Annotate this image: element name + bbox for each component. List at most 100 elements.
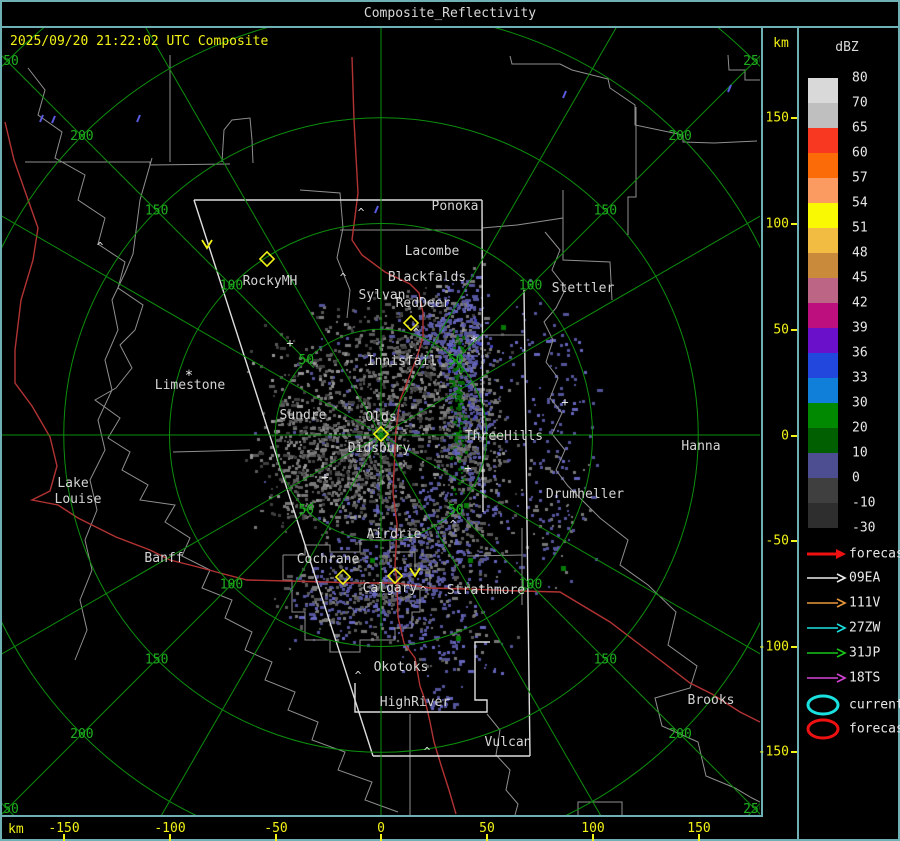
city-label-highriver: HighRiver	[380, 695, 451, 710]
range-ring-label: 50	[448, 353, 464, 368]
city-label-ponoka: Ponoka	[432, 199, 479, 214]
legend-arrowhead	[836, 573, 847, 583]
right-axis-tick	[791, 540, 797, 542]
caret-marker-icon: ^	[355, 669, 362, 682]
caret-marker-icon: ^	[420, 584, 427, 597]
dbz-colorbar: 80 70 65 60 57 54 51 48 45 42 39 36 33 30 20 10 0 -10 -30	[808, 71, 898, 536]
city-label-cochrane: Cochrane	[297, 552, 360, 567]
colorbar-label: 36	[852, 345, 868, 361]
caret-marker-icon: ^	[424, 745, 431, 758]
bottom-axis-tick	[169, 834, 171, 841]
radar-app-window: Composite_Reflectivity 2025/09/20 21:22:…	[0, 0, 900, 841]
window-title: Composite_Reflectivity	[363, 6, 537, 21]
city-label-rockymh: RockyMH	[243, 274, 298, 289]
range-ring-label: 100	[220, 578, 243, 593]
colorbar-label: 65	[852, 120, 868, 136]
range-ring-label: 150	[145, 204, 168, 219]
colorbar-label: 48	[852, 245, 868, 261]
county-boundary-line	[627, 107, 637, 235]
plus-marker-icon: +	[286, 336, 293, 350]
right-axis-tick	[791, 117, 797, 119]
right-axis-tick	[791, 223, 797, 225]
county-boundary-line	[509, 55, 758, 144]
panel-divider	[797, 27, 799, 840]
county-boundary-line	[486, 713, 519, 815]
range-ring-label: 150	[594, 652, 617, 667]
colorbar-band	[808, 328, 838, 353]
legend-arrowhead	[836, 673, 847, 683]
bottom-axis-tick	[698, 834, 700, 841]
city-label-lacombe: Lacombe	[405, 244, 460, 259]
right-axis-label: -50	[765, 533, 789, 549]
bottom-axis-unit: km	[8, 822, 24, 837]
colorbar-band	[808, 103, 838, 128]
range-ring-label: 50	[298, 503, 314, 518]
range-ring-label: 200	[70, 129, 93, 144]
colorbar-label: 60	[852, 145, 868, 161]
colorbar-label: 30	[852, 395, 868, 411]
azimuth-radial-300	[380, 28, 617, 436]
city-label-strathmore: Strathmore	[447, 583, 525, 598]
map-overlay-layer: 50 5050 50100 100100 100150 150150 150200 20020…	[2, 28, 760, 815]
colorbar-band	[808, 278, 838, 303]
range-ring-label: 100	[220, 278, 243, 293]
right-axis-tick	[791, 435, 797, 437]
colorbar-band	[808, 253, 838, 278]
colorbar-title: dBZ	[835, 40, 859, 55]
plus-marker-icon: +	[321, 470, 328, 484]
legend-label-27ZW: 27ZW	[849, 620, 881, 636]
city-label-limestone: Limestone	[155, 378, 226, 393]
colorbar-band	[808, 478, 838, 503]
lightning-dash-icon	[562, 90, 567, 99]
county-boundary-line	[27, 67, 399, 813]
range-ring-label: 50	[298, 353, 314, 368]
city-label-calgary: Calgary	[363, 581, 418, 596]
bottom-axis-tick	[380, 834, 382, 841]
range-ring-label: 150	[594, 204, 617, 219]
city-label-didsbury: Didsbury	[348, 441, 411, 456]
azimuth-radial-225	[2, 55, 315, 369]
city-label-louise: Louise	[55, 492, 102, 507]
legend-label-18TS: 18TS	[849, 670, 881, 686]
range-ring-label: 200	[668, 727, 691, 742]
caret-marker-icon: ^	[340, 271, 347, 284]
city-label-olds: Olds	[365, 410, 396, 425]
legend-label-111V: 111V	[849, 595, 881, 611]
colorbar-band	[808, 153, 838, 178]
colorbar-label: 45	[852, 270, 868, 286]
map-right-border	[761, 27, 763, 816]
plus-marker-icon: +	[561, 395, 568, 409]
colorbar-label: 51	[852, 220, 868, 236]
range-ring-label: 50	[448, 503, 464, 518]
legend-arrowhead	[836, 623, 847, 633]
right-axis-tick	[791, 646, 797, 648]
colorbar-label: -10	[852, 495, 876, 511]
range-ring-label: 200	[70, 727, 93, 742]
plus-marker-icon: +	[464, 461, 471, 475]
bottom-axis-tick	[486, 834, 488, 841]
legend-ellipse-forecast	[806, 718, 840, 740]
right-axis-tick	[791, 329, 797, 331]
caret-marker-icon: ^	[97, 240, 104, 253]
range-ring-label: 250	[743, 54, 760, 69]
legend-label-31JP: 31JP	[849, 645, 881, 661]
county-boundary-line	[299, 189, 351, 319]
colorbar-band	[808, 453, 838, 478]
right-axis-label: 150	[765, 110, 789, 126]
legend-label-forecast: forecast	[849, 721, 900, 737]
azimuth-radial-315	[447, 55, 760, 369]
city-label-drumheller: Drumheller	[546, 487, 624, 502]
legend-label-09EA: 09EA	[849, 570, 881, 586]
colorbar-band	[808, 203, 838, 228]
legend-ellipse-current	[806, 694, 840, 716]
city-label-airdrie: Airdrie	[367, 527, 422, 542]
colorbar-label: 20	[852, 420, 868, 436]
colorbar-label: 42	[852, 295, 868, 311]
colorbar-label: 10	[852, 445, 868, 461]
colorbar-label: 39	[852, 320, 868, 336]
legend-arrowhead	[836, 549, 846, 559]
radar-map-viewport[interactable]: 50 50 50 50 100 100 100 100 150 150 150 150 200 200 20…	[2, 28, 760, 815]
highway-line	[4, 121, 397, 584]
city-label-stettler: Stettler	[552, 281, 615, 296]
city-label-banff: Banff	[144, 551, 183, 566]
